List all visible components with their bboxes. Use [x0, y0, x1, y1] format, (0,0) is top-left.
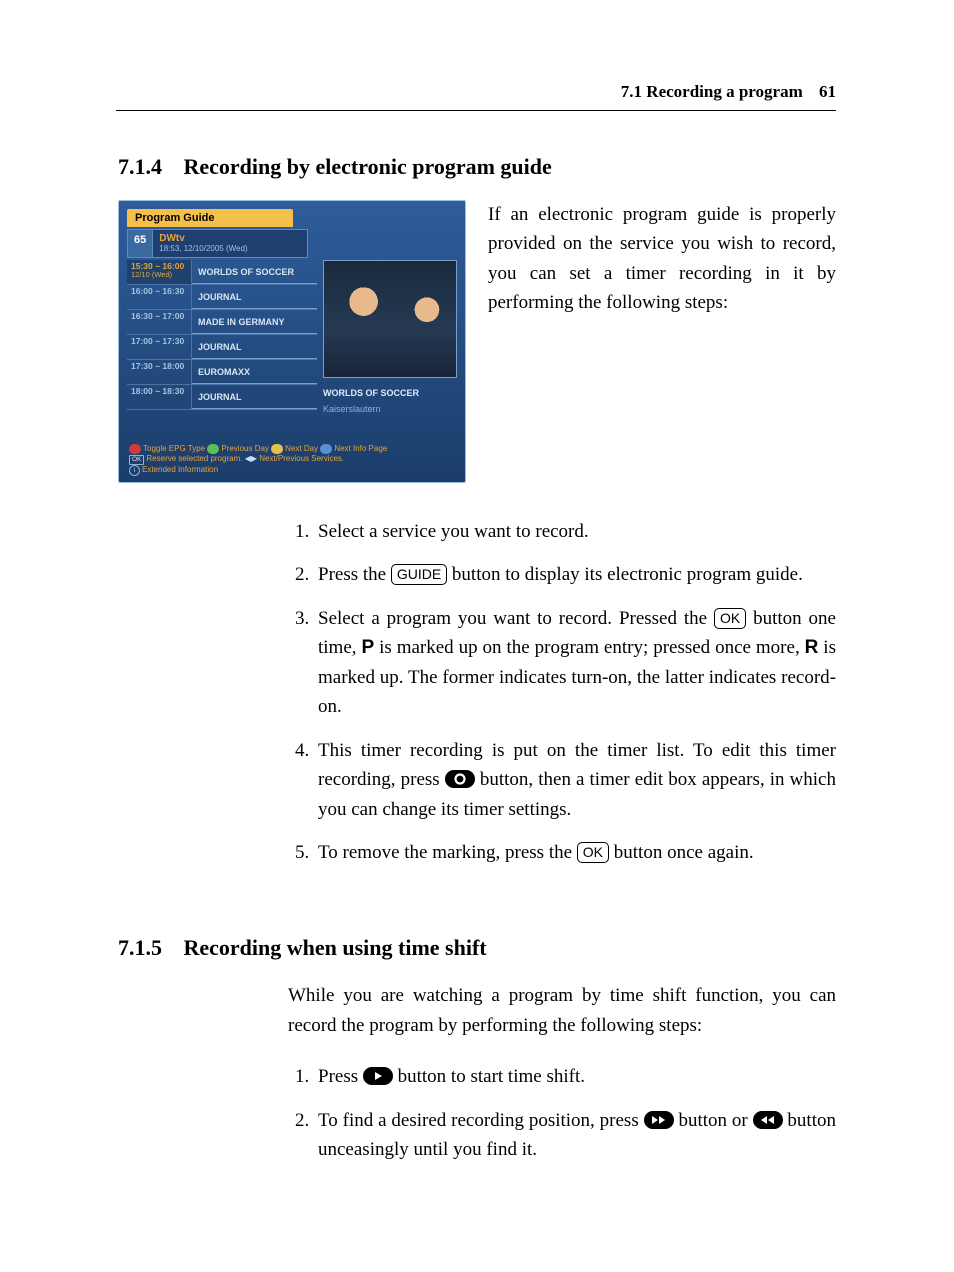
epg-row-program: MADE IN GERMANY: [192, 310, 317, 334]
epg-row-time: 16:00 ~ 16:30: [127, 285, 192, 309]
step-4: This timer recording is put on the timer…: [314, 736, 836, 824]
epg-row-time: 17:00 ~ 17:30: [127, 335, 192, 359]
section-title: Recording by electronic program guide: [184, 154, 552, 179]
intro-paragraph-715: While you are watching a program by time…: [288, 981, 836, 1040]
epg-row-program: JOURNAL: [192, 385, 317, 409]
epg-title: Program Guide: [127, 209, 293, 227]
epg-row-time: 17:30 ~ 18:00: [127, 360, 192, 384]
step-5: To remove the marking, press the OK butt…: [314, 838, 836, 867]
epg-preview-title: WORLDS OF SOCCER: [323, 388, 457, 398]
epg-program-list: 15:30 ~ 16:0012/10 (Wed) WORLDS OF SOCCE…: [127, 260, 317, 414]
header-section: 7.1 Recording a program: [621, 82, 803, 101]
r-mark: R: [805, 637, 819, 658]
epg-row-program: EUROMAXX: [192, 360, 317, 384]
section-7-1-4-heading: 7.1.4 Recording by electronic program gu…: [118, 154, 836, 180]
epg-channel-datetime: 18:53, 12/10/2005 (Wed): [159, 244, 301, 253]
section-number: 7.1.4: [118, 154, 178, 180]
record-button-icon: [445, 770, 475, 788]
ok-keycap: OK: [577, 842, 609, 863]
header-page-number: 61: [819, 82, 836, 101]
epg-row-time: 18:00 ~ 18:30: [127, 385, 192, 409]
section-title: Recording when using time shift: [184, 935, 487, 960]
epg-row-date: 12/10 (Wed): [131, 271, 187, 279]
intro-paragraph-714: If an electronic program guide is proper…: [488, 200, 836, 483]
steps-714: Select a service you want to record. Pre…: [288, 517, 836, 867]
section-number: 7.1.5: [118, 935, 178, 961]
blue-pill-icon: [320, 444, 332, 454]
yellow-pill-icon: [271, 444, 283, 454]
steps-715: Press button to start time shift. To fin…: [288, 1062, 836, 1164]
epg-row-time: 16:30 ~ 17:00: [127, 310, 192, 334]
running-header: 7.1 Recording a program 61: [621, 82, 836, 102]
epg-preview-subtitle: Kaiserslautern: [323, 404, 457, 414]
info-key-icon: i: [129, 465, 140, 476]
step-1: Select a service you want to record.: [314, 517, 836, 546]
epg-screenshot: Program Guide 65 DWtv 18:53, 12/10/2005 …: [118, 200, 466, 483]
rewind-button-icon: [753, 1111, 783, 1129]
epg-row: 15:30 ~ 16:0012/10 (Wed) WORLDS OF SOCCE…: [127, 260, 317, 285]
green-pill-icon: [207, 444, 219, 454]
step-1: Press button to start time shift.: [314, 1062, 836, 1091]
epg-row: 18:00 ~ 18:30 JOURNAL: [127, 385, 317, 410]
epg-preview-pane: WORLDS OF SOCCER Kaiserslautern: [323, 260, 457, 414]
epg-channel-name: DWtv: [159, 233, 185, 244]
epg-row-program: JOURNAL: [192, 285, 317, 309]
epg-row: 16:00 ~ 16:30 JOURNAL: [127, 285, 317, 310]
fast-forward-button-icon: [644, 1111, 674, 1129]
epg-row: 17:30 ~ 18:00 EUROMAXX: [127, 360, 317, 385]
epg-row-program: JOURNAL: [192, 335, 317, 359]
red-pill-icon: [129, 444, 141, 454]
p-mark: P: [361, 637, 374, 658]
step-3: Select a program you want to record. Pre…: [314, 604, 836, 722]
epg-row: 16:30 ~ 17:00 MADE IN GERMANY: [127, 310, 317, 335]
header-rule: [116, 110, 836, 111]
epg-preview-image: [323, 260, 457, 378]
epg-row: 17:00 ~ 17:30 JOURNAL: [127, 335, 317, 360]
guide-keycap: GUIDE: [391, 564, 447, 585]
section-7-1-5-heading: 7.1.5 Recording when using time shift: [118, 935, 836, 961]
ok-keycap: OK: [714, 608, 746, 629]
epg-channel-number: 65: [127, 229, 153, 258]
epg-channel-info: DWtv 18:53, 12/10/2005 (Wed): [153, 229, 308, 258]
ok-key-icon: OK: [129, 455, 144, 465]
step-2: Press the GUIDE button to display its el…: [314, 560, 836, 589]
epg-legend: Toggle EPG Type Previous Day Next Day Ne…: [129, 444, 387, 476]
play-button-icon: [363, 1067, 393, 1085]
step-2: To find a desired recording position, pr…: [314, 1106, 836, 1165]
epg-row-program: WORLDS OF SOCCER: [192, 260, 317, 284]
